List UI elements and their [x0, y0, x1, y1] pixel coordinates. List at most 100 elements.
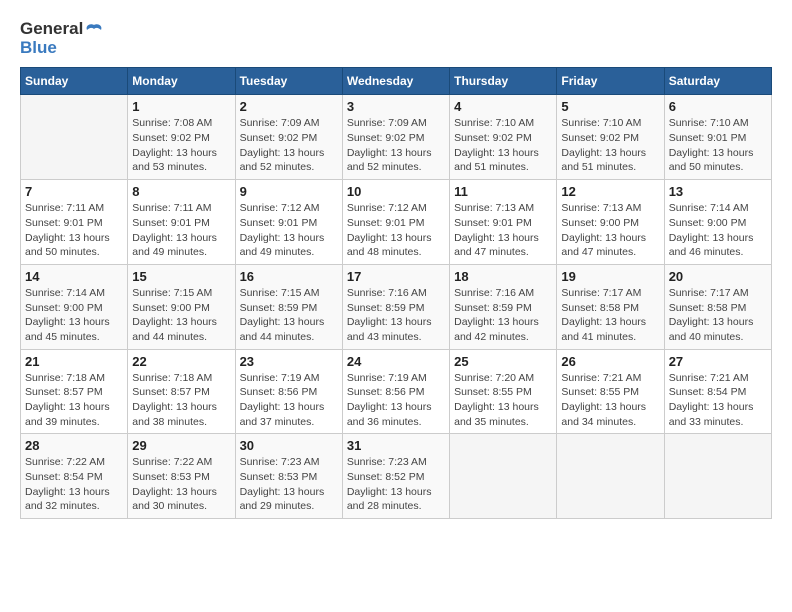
day-number: 24: [347, 354, 445, 369]
day-info: Sunrise: 7:13 AMSunset: 9:01 PMDaylight:…: [454, 201, 552, 260]
day-info: Sunrise: 7:17 AMSunset: 8:58 PMDaylight:…: [669, 286, 767, 345]
day-number: 9: [240, 184, 338, 199]
day-number: 6: [669, 99, 767, 114]
day-number: 12: [561, 184, 659, 199]
day-number: 7: [25, 184, 123, 199]
day-number: 5: [561, 99, 659, 114]
calendar-cell: 17Sunrise: 7:16 AMSunset: 8:59 PMDayligh…: [342, 264, 449, 349]
day-number: 16: [240, 269, 338, 284]
day-info: Sunrise: 7:09 AMSunset: 9:02 PMDaylight:…: [240, 116, 338, 175]
logo-bird-icon: [85, 23, 103, 37]
day-number: 18: [454, 269, 552, 284]
calendar-cell: 24 Sunrise: 7:19 AMSunset: 8:56 PMDayligh…: [342, 349, 449, 434]
day-info: Sunrise: 7:22 AMSunset: 8:54 PMDaylight:…: [25, 455, 123, 514]
column-header-saturday: Saturday: [664, 68, 771, 95]
day-info: Sunrise: 7:12 AMSunset: 9:01 PMDaylight:…: [347, 201, 445, 260]
calendar-cell: [557, 434, 664, 519]
day-info: Sunrise: 7:15 AMSunset: 8:59 PMDaylight:…: [240, 286, 338, 345]
day-number: 11: [454, 184, 552, 199]
calendar-cell: 6 Sunrise: 7:10 AMSunset: 9:01 PMDaylight…: [664, 95, 771, 180]
calendar-cell: 11 Sunrise: 7:13 AMSunset: 9:01 PMDayligh…: [450, 180, 557, 265]
day-info: Sunrise: 7:15 AMSunset: 9:00 PMDaylight:…: [132, 286, 230, 345]
calendar-cell: 16 Sunrise: 7:15 AMSunset: 8:59 PMDayligh…: [235, 264, 342, 349]
day-info: Sunrise: 7:11 AMSunset: 9:01 PMDaylight:…: [132, 201, 230, 260]
calendar-cell: [664, 434, 771, 519]
day-number: 8: [132, 184, 230, 199]
day-info: Sunrise: 7:12 AMSunset: 9:01 PMDaylight:…: [240, 201, 338, 260]
day-number: 10: [347, 184, 445, 199]
calendar-cell: 20Sunrise: 7:17 AMSunset: 8:58 PMDayligh…: [664, 264, 771, 349]
calendar-body: 1Sunrise: 7:08 AMSunset: 9:02 PMDaylight…: [21, 95, 772, 519]
logo: General Blue: [20, 20, 103, 57]
logo-general: General: [20, 19, 83, 38]
calendar-cell: 13Sunrise: 7:14 AMSunset: 9:00 PMDayligh…: [664, 180, 771, 265]
calendar-table: SundayMondayTuesdayWednesdayThursdayFrid…: [20, 67, 772, 519]
calendar-cell: 12Sunrise: 7:13 AMSunset: 9:00 PMDayligh…: [557, 180, 664, 265]
day-number: 30: [240, 438, 338, 453]
calendar-cell: 1Sunrise: 7:08 AMSunset: 9:02 PMDaylight…: [128, 95, 235, 180]
calendar-cell: 9 Sunrise: 7:12 AMSunset: 9:01 PMDaylight…: [235, 180, 342, 265]
day-number: 14: [25, 269, 123, 284]
day-info: Sunrise: 7:19 AMSunset: 8:56 PMDaylight:…: [347, 371, 445, 430]
day-info: Sunrise: 7:10 AMSunset: 9:02 PMDaylight:…: [561, 116, 659, 175]
calendar-week-row: 21 Sunrise: 7:18 AMSunset: 8:57 PMDayligh…: [21, 349, 772, 434]
calendar-cell: [21, 95, 128, 180]
day-info: Sunrise: 7:18 AMSunset: 8:57 PMDaylight:…: [132, 371, 230, 430]
calendar-week-row: 14 Sunrise: 7:14 AMSunset: 9:00 PMDayligh…: [21, 264, 772, 349]
day-info: Sunrise: 7:20 AMSunset: 8:55 PMDaylight:…: [454, 371, 552, 430]
calendar-cell: 2 Sunrise: 7:09 AMSunset: 9:02 PMDaylight…: [235, 95, 342, 180]
calendar-cell: 22 Sunrise: 7:18 AMSunset: 8:57 PMDayligh…: [128, 349, 235, 434]
day-info: Sunrise: 7:14 AMSunset: 9:00 PMDaylight:…: [669, 201, 767, 260]
day-info: Sunrise: 7:22 AMSunset: 8:53 PMDaylight:…: [132, 455, 230, 514]
day-number: 2: [240, 99, 338, 114]
day-number: 21: [25, 354, 123, 369]
day-info: Sunrise: 7:19 AMSunset: 8:56 PMDaylight:…: [240, 371, 338, 430]
page-header: General Blue: [20, 20, 772, 57]
day-info: Sunrise: 7:09 AMSunset: 9:02 PMDaylight:…: [347, 116, 445, 175]
calendar-cell: 23 Sunrise: 7:19 AMSunset: 8:56 PMDayligh…: [235, 349, 342, 434]
day-number: 3: [347, 99, 445, 114]
day-info: Sunrise: 7:23 AMSunset: 8:52 PMDaylight:…: [347, 455, 445, 514]
calendar-week-row: 7 Sunrise: 7:11 AMSunset: 9:01 PMDaylight…: [21, 180, 772, 265]
day-number: 27: [669, 354, 767, 369]
calendar-cell: 25 Sunrise: 7:20 AMSunset: 8:55 PMDayligh…: [450, 349, 557, 434]
calendar-cell: 29 Sunrise: 7:22 AMSunset: 8:53 PMDayligh…: [128, 434, 235, 519]
calendar-week-row: 28 Sunrise: 7:22 AMSunset: 8:54 PMDayligh…: [21, 434, 772, 519]
calendar-header-row: SundayMondayTuesdayWednesdayThursdayFrid…: [21, 68, 772, 95]
day-number: 4: [454, 99, 552, 114]
day-number: 25: [454, 354, 552, 369]
day-number: 15: [132, 269, 230, 284]
column-header-sunday: Sunday: [21, 68, 128, 95]
day-number: 28: [25, 438, 123, 453]
calendar-cell: 8 Sunrise: 7:11 AMSunset: 9:01 PMDaylight…: [128, 180, 235, 265]
day-info: Sunrise: 7:17 AMSunset: 8:58 PMDaylight:…: [561, 286, 659, 345]
day-info: Sunrise: 7:14 AMSunset: 9:00 PMDaylight:…: [25, 286, 123, 345]
calendar-cell: 19Sunrise: 7:17 AMSunset: 8:58 PMDayligh…: [557, 264, 664, 349]
calendar-cell: 5 Sunrise: 7:10 AMSunset: 9:02 PMDaylight…: [557, 95, 664, 180]
calendar-cell: 4 Sunrise: 7:10 AMSunset: 9:02 PMDaylight…: [450, 95, 557, 180]
column-header-friday: Friday: [557, 68, 664, 95]
day-info: Sunrise: 7:21 AMSunset: 8:54 PMDaylight:…: [669, 371, 767, 430]
calendar-cell: 10 Sunrise: 7:12 AMSunset: 9:01 PMDayligh…: [342, 180, 449, 265]
day-number: 17: [347, 269, 445, 284]
day-info: Sunrise: 7:21 AMSunset: 8:55 PMDaylight:…: [561, 371, 659, 430]
calendar-cell: 26Sunrise: 7:21 AMSunset: 8:55 PMDayligh…: [557, 349, 664, 434]
day-number: 31: [347, 438, 445, 453]
day-info: Sunrise: 7:10 AMSunset: 9:02 PMDaylight:…: [454, 116, 552, 175]
column-header-thursday: Thursday: [450, 68, 557, 95]
column-header-wednesday: Wednesday: [342, 68, 449, 95]
day-number: 29: [132, 438, 230, 453]
column-header-tuesday: Tuesday: [235, 68, 342, 95]
day-info: Sunrise: 7:10 AMSunset: 9:01 PMDaylight:…: [669, 116, 767, 175]
calendar-cell: 7 Sunrise: 7:11 AMSunset: 9:01 PMDaylight…: [21, 180, 128, 265]
day-number: 22: [132, 354, 230, 369]
day-info: Sunrise: 7:11 AMSunset: 9:01 PMDaylight:…: [25, 201, 123, 260]
day-info: Sunrise: 7:16 AMSunset: 8:59 PMDaylight:…: [454, 286, 552, 345]
column-header-monday: Monday: [128, 68, 235, 95]
day-number: 23: [240, 354, 338, 369]
calendar-cell: 27 Sunrise: 7:21 AMSunset: 8:54 PMDayligh…: [664, 349, 771, 434]
calendar-cell: 28 Sunrise: 7:22 AMSunset: 8:54 PMDayligh…: [21, 434, 128, 519]
day-number: 1: [132, 99, 230, 114]
logo-blue: Blue: [20, 38, 57, 57]
calendar-cell: 14 Sunrise: 7:14 AMSunset: 9:00 PMDayligh…: [21, 264, 128, 349]
